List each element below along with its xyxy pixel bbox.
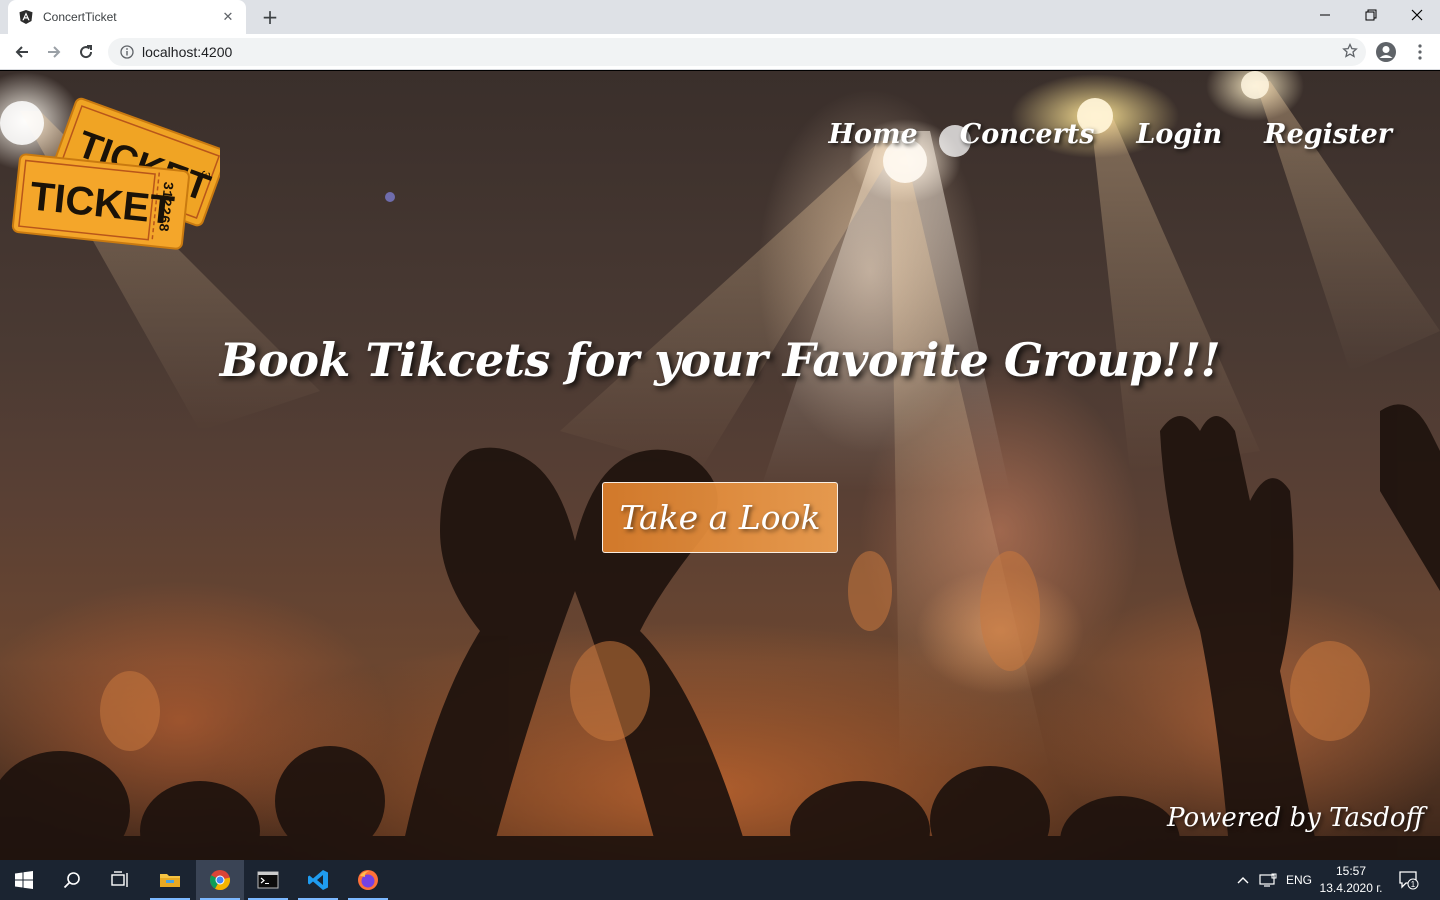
terminal-icon[interactable] <box>244 860 292 900</box>
hero-section: TICKET 3 TICKET 312268 Home Concerts Log… <box>0 71 1440 860</box>
file-explorer-icon[interactable] <box>146 860 194 900</box>
info-icon[interactable] <box>120 45 134 59</box>
chrome-icon[interactable] <box>196 860 244 900</box>
window-controls <box>1302 0 1440 34</box>
close-window-button[interactable] <box>1394 0 1440 30</box>
tab-close-icon[interactable]: ✕ <box>220 10 236 25</box>
nav-home-link[interactable]: Home <box>828 119 917 150</box>
minimize-button[interactable] <box>1302 0 1348 30</box>
back-arrow-icon[interactable] <box>8 38 36 66</box>
browser-toolbar: localhost:4200 <box>0 34 1440 70</box>
notifications-icon[interactable]: 1 <box>1398 860 1420 900</box>
show-hidden-icons-chevron-icon[interactable] <box>1236 860 1250 900</box>
windows-taskbar: ENG 15:57 13.4.2020 г. 1 <box>0 860 1440 900</box>
browser-tab[interactable]: ConcertTicket ✕ <box>8 0 246 34</box>
windows-start-icon[interactable] <box>0 860 48 900</box>
system-clock[interactable]: 15:57 13.4.2020 г. <box>1316 863 1386 897</box>
nav-login-link[interactable]: Login <box>1136 119 1222 150</box>
restore-button[interactable] <box>1348 0 1394 30</box>
take-a-look-button[interactable]: Take a Look <box>602 482 838 553</box>
powered-by-credit: Powered by Tasdoff <box>1167 803 1424 833</box>
address-bar[interactable]: localhost:4200 <box>108 38 1366 66</box>
bookmark-star-icon[interactable] <box>1342 42 1358 63</box>
ticket-logo[interactable]: TICKET 3 TICKET 312268 <box>10 91 228 256</box>
vscode-icon[interactable] <box>294 860 342 900</box>
search-icon[interactable] <box>48 860 96 900</box>
profile-avatar-icon[interactable] <box>1374 40 1398 64</box>
notification-count: 1 <box>1411 880 1416 889</box>
nav-concerts-link[interactable]: Concerts <box>960 119 1095 150</box>
angular-favicon-icon <box>18 9 34 25</box>
hero-title: Book Tikcets for your Favorite Group!!! <box>219 333 1221 387</box>
clock-date: 13.4.2020 г. <box>1319 881 1383 895</box>
reload-icon[interactable] <box>72 38 100 66</box>
new-tab-button[interactable]: + <box>258 5 282 29</box>
clock-time: 15:57 <box>1335 864 1367 878</box>
forward-arrow-icon[interactable] <box>40 38 68 66</box>
browser-tab-strip: ConcertTicket ✕ + <box>0 0 1440 34</box>
tab-title: ConcertTicket <box>43 10 117 24</box>
language-indicator[interactable]: ENG <box>1286 860 1312 900</box>
url-text: localhost:4200 <box>142 44 233 60</box>
network-icon[interactable] <box>1259 860 1277 900</box>
firefox-icon[interactable] <box>344 860 392 900</box>
browser-menu-icon[interactable] <box>1408 40 1432 64</box>
nav-register-link[interactable]: Register <box>1264 119 1392 150</box>
main-nav: Home Concerts Login Register <box>828 119 1392 150</box>
task-view-icon[interactable] <box>96 860 144 900</box>
